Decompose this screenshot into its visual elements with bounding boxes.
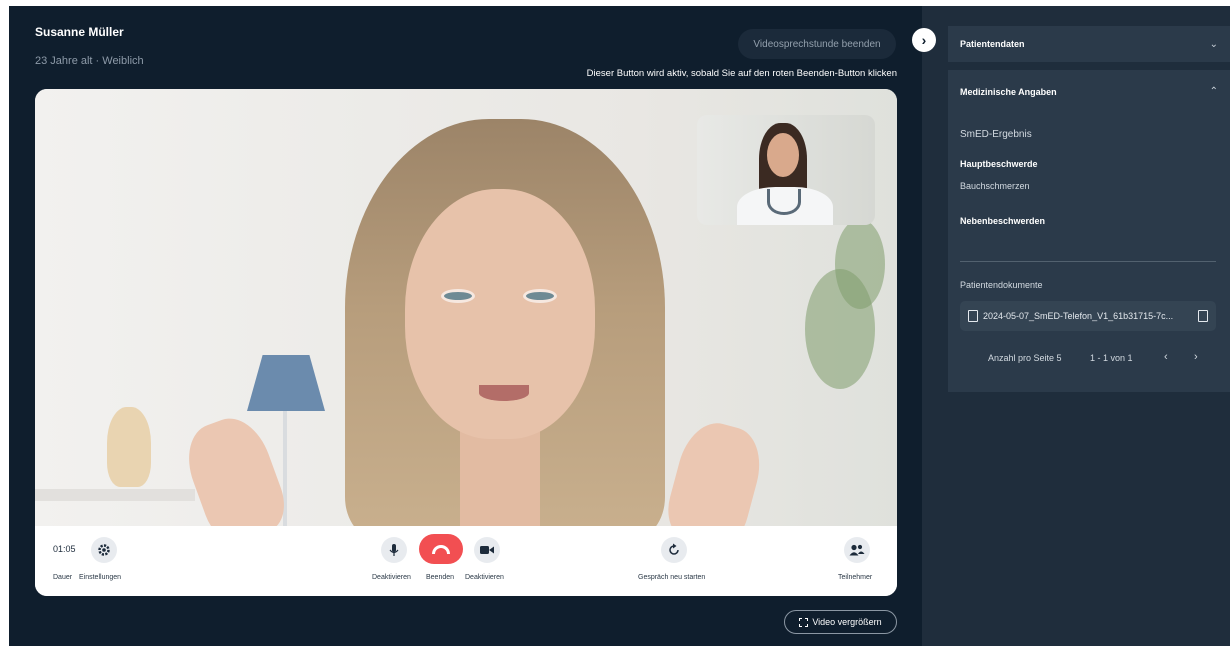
patient-data-title: Patientendaten <box>960 39 1025 49</box>
smed-result-heading: SmED-Ergebnis <box>960 129 1032 140</box>
remote-video <box>35 89 897 526</box>
file-icon[interactable] <box>1198 310 1208 322</box>
duration-label: Dauer <box>53 574 73 581</box>
background-plant <box>835 219 885 309</box>
main-complaint-label: Hauptbeschwerde <box>960 159 1038 169</box>
self-view-video[interactable] <box>697 115 875 225</box>
chevron-left-icon[interactable]: ‹ <box>1164 351 1168 363</box>
enlarge-video-button[interactable]: Video vergrößern <box>784 610 897 634</box>
medical-info-accordion[interactable]: Medizinische Angaben ⌃ <box>948 70 1230 113</box>
chevron-down-icon: ⌄ <box>1209 38 1218 50</box>
person-mouth <box>479 385 529 401</box>
end-button-hint: Dieser Button wird aktiv, sobald Sie auf… <box>586 68 897 79</box>
doctor-face <box>767 133 799 177</box>
person-hand-left <box>176 408 294 526</box>
doctor-stethoscope <box>767 189 801 215</box>
side-complaints-label: Nebenbeschwerden <box>960 216 1046 226</box>
camera-label: Deaktivieren <box>465 574 504 581</box>
call-duration: 01:05 <box>53 544 76 554</box>
video-consultation-main: Susanne Müller 23 Jahre alt · Weiblich V… <box>9 6 922 646</box>
background-shelf <box>35 489 195 501</box>
patient-documents-label: Patientendokumente <box>960 280 1043 290</box>
background-vase <box>107 407 151 487</box>
mic-label: Deaktivieren <box>372 574 411 581</box>
patient-name: Susanne Müller <box>35 25 124 39</box>
gear-icon[interactable] <box>91 537 117 563</box>
patient-meta: 23 Jahre alt · Weiblich <box>35 55 144 67</box>
end-consultation-button[interactable]: Videosprechstunde beenden <box>738 29 896 59</box>
section-divider <box>960 261 1216 262</box>
patient-sidebar: Patientendaten ⌄ Medizinische Angaben ⌃ … <box>922 6 1230 646</box>
main-complaint-value: Bauchschmerzen <box>960 181 1030 191</box>
chevron-up-icon: ⌃ <box>1209 86 1218 97</box>
medical-info-panel: SmED-Ergebnis Hauptbeschwerde Bauchschme… <box>948 113 1230 392</box>
person-hand-right <box>660 415 770 526</box>
expand-icon <box>799 617 809 627</box>
person-eye <box>523 289 557 303</box>
document-list-item[interactable]: 2024-05-07_SmED-Telefon_V1_61b31715-7c..… <box>960 301 1216 331</box>
pagination-range: 1 - 1 von 1 <box>1090 353 1133 363</box>
participants-icon[interactable] <box>844 537 870 563</box>
settings-label: Einstellungen <box>79 574 122 581</box>
file-icon <box>968 310 978 322</box>
restart-icon[interactable] <box>661 537 687 563</box>
items-per-page[interactable]: Anzahl pro Seite 5 <box>988 353 1062 363</box>
microphone-icon[interactable] <box>381 537 407 563</box>
participants-label: Teilnehmer <box>838 574 873 581</box>
end-call-label: Beenden <box>426 574 455 581</box>
patient-video-person <box>176 119 770 526</box>
patient-data-accordion[interactable]: Patientendaten ⌄ <box>948 26 1230 62</box>
video-camera-icon[interactable] <box>474 537 500 563</box>
chevron-right-icon[interactable]: › <box>912 28 936 52</box>
restart-label: Gespräch neu starten <box>638 574 706 581</box>
document-name: 2024-05-07_SmED-Telefon_V1_61b31715-7c..… <box>983 311 1174 321</box>
medical-info-title: Medizinische Angaben <box>960 86 1057 97</box>
phone-hangup-icon[interactable] <box>419 534 463 564</box>
chevron-right-icon[interactable]: › <box>1194 351 1198 363</box>
person-eye <box>441 289 475 303</box>
call-controls: 01:05 Dauer Einstellungen Deaktivieren B… <box>35 526 897 596</box>
person-face <box>405 189 595 439</box>
video-card: 01:05 Dauer Einstellungen Deaktivieren B… <box>35 89 897 596</box>
person-neck <box>460 424 540 526</box>
enlarge-video-label: Video vergrößern <box>812 617 882 627</box>
